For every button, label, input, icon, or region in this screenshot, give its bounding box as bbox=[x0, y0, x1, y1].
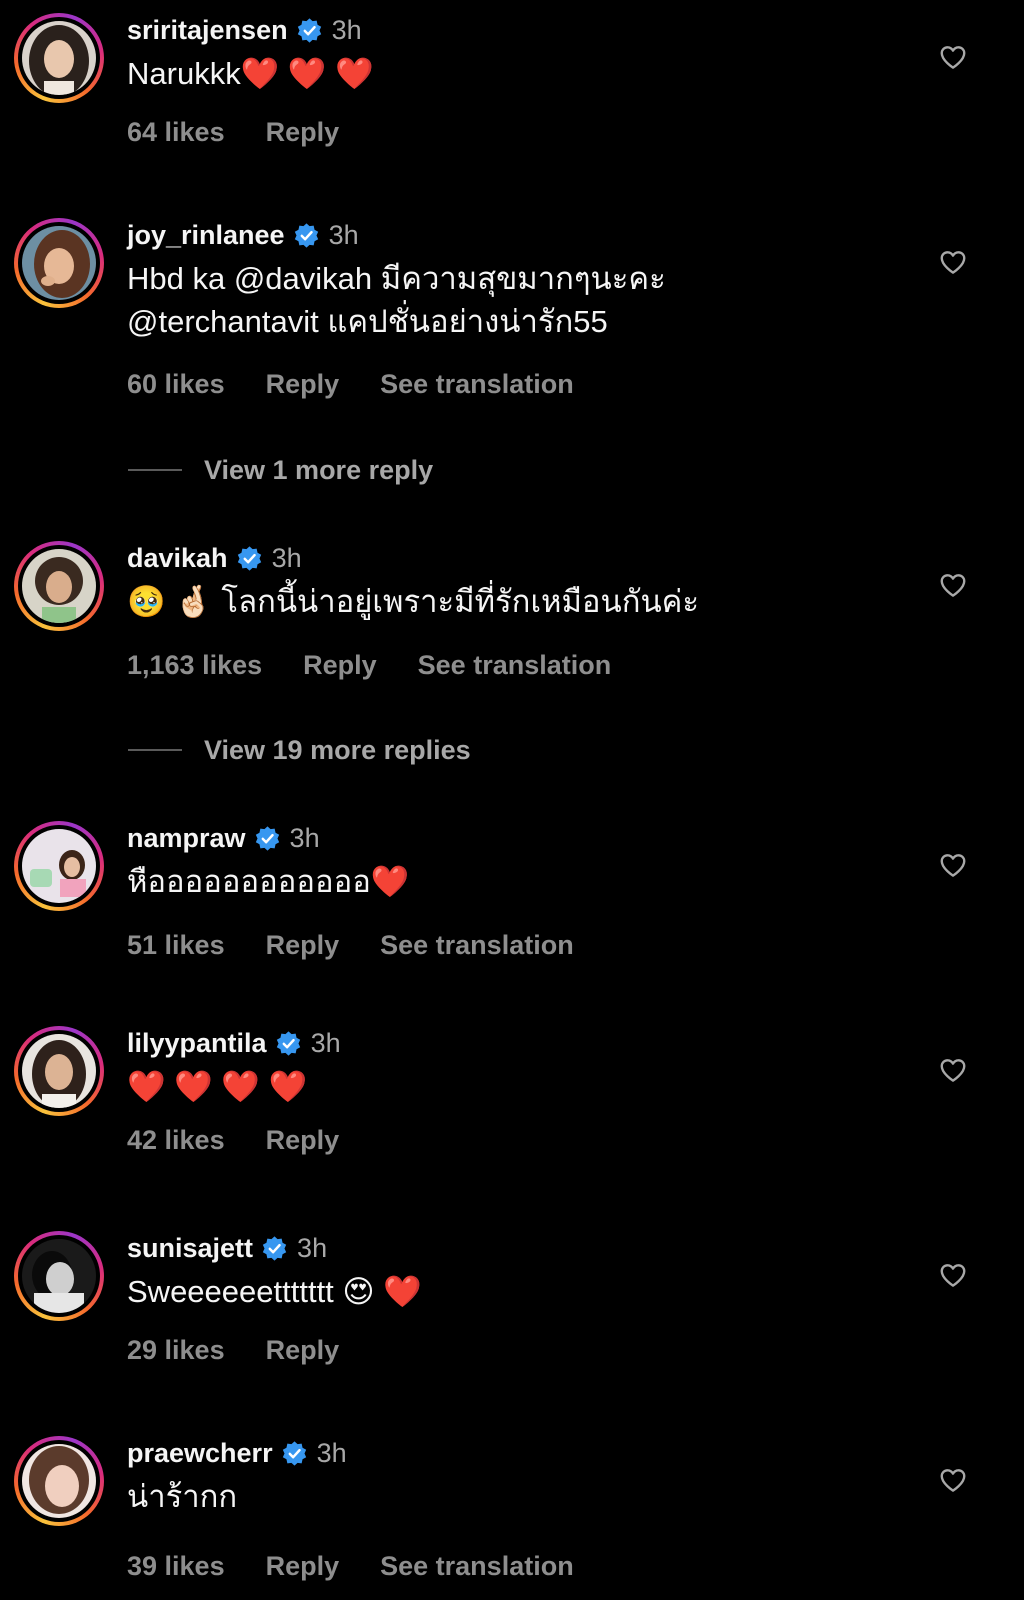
see-translation-button[interactable]: See translation bbox=[418, 650, 612, 681]
timestamp: 3h bbox=[331, 14, 362, 45]
comment-text: น่าร้ากก bbox=[127, 1475, 907, 1518]
comment-text-line: น่าร้ากก bbox=[127, 1479, 238, 1514]
comment-text-line: หืออออออออออออ❤️ bbox=[127, 864, 410, 899]
avatar[interactable] bbox=[14, 13, 104, 103]
timestamp: 3h bbox=[328, 219, 359, 250]
view-more-replies-button[interactable]: View 19 more replies bbox=[128, 733, 471, 767]
heart-outline-icon[interactable] bbox=[938, 570, 968, 600]
verified-badge-icon bbox=[294, 222, 318, 248]
comment-text-line: Hbd ka @davikah มีความสุขมากๆนะคะ bbox=[127, 261, 666, 296]
see-translation-button[interactable]: See translation bbox=[380, 1551, 574, 1582]
avatar[interactable] bbox=[14, 1026, 104, 1116]
view-more-replies-button[interactable]: View 1 more reply bbox=[128, 453, 433, 487]
avatar[interactable] bbox=[14, 1231, 104, 1321]
heart-outline-icon[interactable] bbox=[938, 1055, 968, 1085]
likes-count[interactable]: 51 likes bbox=[127, 930, 225, 961]
avatar-photo bbox=[22, 226, 96, 300]
avatar[interactable] bbox=[14, 1436, 104, 1526]
timestamp: 3h bbox=[310, 1027, 341, 1058]
timestamp: 3h bbox=[297, 1232, 328, 1263]
username[interactable]: lilyypantila bbox=[127, 1028, 267, 1059]
see-translation-button[interactable]: See translation bbox=[380, 369, 574, 400]
comment-text-line: 🥹 🤞🏻 โลกนี้น่าอยู่เพราะมีที่รักเหมือนกัน… bbox=[127, 584, 700, 619]
likes-count[interactable]: 60 likes bbox=[127, 369, 225, 400]
heart-outline-icon[interactable] bbox=[938, 1465, 968, 1495]
heart-outline-icon[interactable] bbox=[938, 42, 968, 72]
comment-text: Hbd ka @davikah มีความสุขมากๆนะคะ @terch… bbox=[127, 257, 907, 343]
heart-outline-icon[interactable] bbox=[938, 247, 968, 277]
comment-text: Sweeeeeettttttt 😍 ❤️ bbox=[127, 1270, 907, 1313]
comment-text-line: ❤️ ❤️ ❤️ ❤️ bbox=[127, 1069, 308, 1104]
avatar-photo bbox=[22, 1444, 96, 1518]
username[interactable]: nampraw bbox=[127, 823, 246, 854]
verified-badge-icon bbox=[276, 1030, 300, 1056]
avatar-photo bbox=[22, 829, 96, 903]
comment-text: ❤️ ❤️ ❤️ ❤️ bbox=[127, 1065, 907, 1108]
timestamp: 3h bbox=[271, 542, 302, 573]
username[interactable]: sriritajensen bbox=[127, 15, 288, 46]
avatar-photo bbox=[22, 21, 96, 95]
see-translation-button[interactable]: See translation bbox=[380, 930, 574, 961]
likes-count[interactable]: 39 likes bbox=[127, 1551, 225, 1582]
reply-button[interactable]: Reply bbox=[266, 1125, 340, 1156]
avatar[interactable] bbox=[14, 218, 104, 308]
username[interactable]: joy_rinlanee bbox=[127, 220, 285, 251]
comment-text-line: @terchantavit แคปชั่นอย่างน่ารัก55 bbox=[127, 304, 608, 339]
likes-count[interactable]: 42 likes bbox=[127, 1125, 225, 1156]
likes-count[interactable]: 29 likes bbox=[127, 1335, 225, 1366]
comment-text: หืออออออออออออ❤️ bbox=[127, 860, 907, 903]
verified-badge-icon bbox=[262, 1235, 287, 1261]
avatar-photo bbox=[22, 1239, 96, 1313]
likes-count[interactable]: 64 likes bbox=[127, 117, 225, 148]
username[interactable]: davikah bbox=[127, 543, 228, 574]
reply-button[interactable]: Reply bbox=[266, 117, 340, 148]
avatar-photo bbox=[22, 549, 96, 623]
heart-outline-icon[interactable] bbox=[938, 1260, 968, 1290]
verified-badge-icon bbox=[255, 825, 279, 851]
avatar-photo bbox=[22, 1034, 96, 1108]
comment-text-line: Sweeeeeettttttt 😍 ❤️ bbox=[127, 1274, 422, 1309]
username[interactable]: sunisajett bbox=[127, 1233, 253, 1264]
verified-badge-icon bbox=[282, 1440, 306, 1466]
avatar[interactable] bbox=[14, 541, 104, 631]
timestamp: 3h bbox=[316, 1437, 347, 1468]
likes-count[interactable]: 1,163 likes bbox=[127, 650, 262, 681]
heart-outline-icon[interactable] bbox=[938, 850, 968, 880]
username[interactable]: praewcherr bbox=[127, 1438, 273, 1469]
view-more-replies-label: View 1 more reply bbox=[204, 454, 434, 485]
thread-line bbox=[128, 749, 182, 751]
thread-line bbox=[128, 469, 182, 471]
reply-button[interactable]: Reply bbox=[266, 930, 340, 961]
reply-button[interactable]: Reply bbox=[303, 650, 377, 681]
reply-button[interactable]: Reply bbox=[266, 1335, 340, 1366]
comment-text: Narukkk❤️ ❤️ ❤️ bbox=[127, 52, 907, 95]
view-more-replies-label: View 19 more replies bbox=[204, 734, 471, 765]
reply-button[interactable]: Reply bbox=[266, 369, 340, 400]
verified-badge-icon bbox=[297, 17, 321, 43]
comment-text: 🥹 🤞🏻 โลกนี้น่าอยู่เพราะมีที่รักเหมือนกัน… bbox=[127, 580, 907, 623]
verified-badge-icon bbox=[237, 545, 261, 571]
avatar[interactable] bbox=[14, 821, 104, 911]
comment-text-line: Narukkk❤️ ❤️ ❤️ bbox=[127, 56, 374, 91]
timestamp: 3h bbox=[289, 822, 320, 853]
reply-button[interactable]: Reply bbox=[266, 1551, 340, 1582]
